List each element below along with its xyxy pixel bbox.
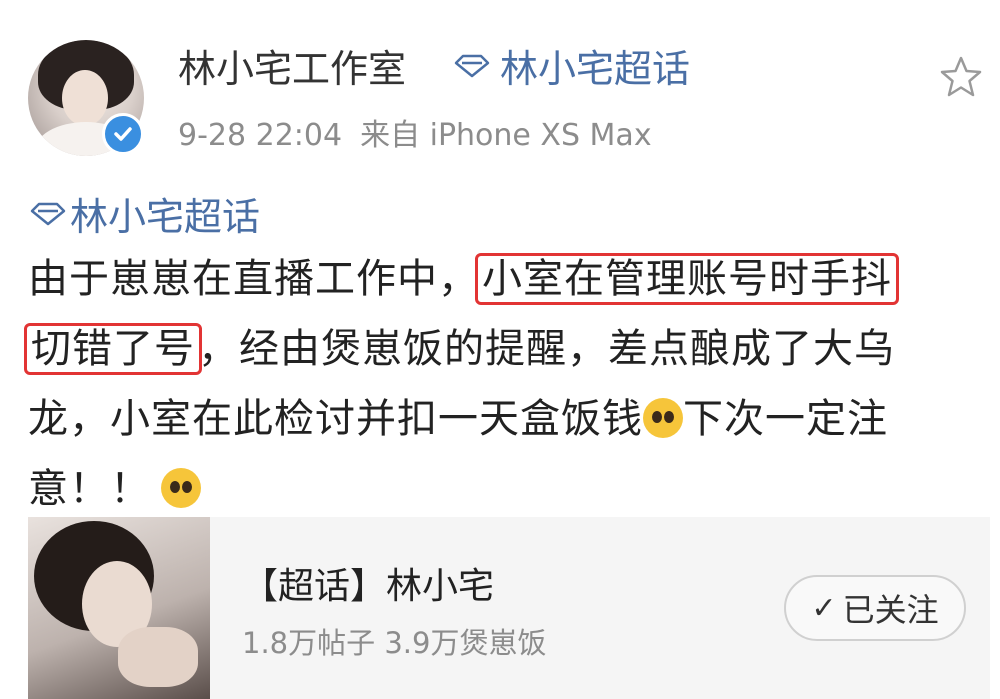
topic-cover-image — [28, 517, 210, 699]
avatar-face — [62, 70, 108, 126]
post-meta: 9-28 22:04 来自 iPhone XS Max — [178, 110, 652, 154]
post-text-segment: 意！！ — [28, 466, 151, 512]
body-topic-label: 林小宅超话 — [70, 195, 261, 239]
post-text: 由于崽崽在直播工作中，小室在管理账号时手抖 切错了号，经由煲崽饭的提醒，差点酿成… — [24, 244, 993, 524]
post-line: 切错了号，经由煲崽饭的提醒，差点酿成了大乌 — [24, 314, 993, 384]
check-icon: ✓ — [811, 590, 837, 626]
highlight-box: 小室在管理账号时手抖 — [475, 253, 899, 305]
super-topic-card[interactable]: 【超话】林小宅 1.8万帖子 3.9万煲崽饭 ✓ 已关注 — [28, 517, 990, 699]
post-text-segment: 龙，小室在此检讨并扣一天盒饭钱 — [28, 396, 643, 442]
post-line: 由于崽崽在直播工作中，小室在管理账号时手抖 — [28, 244, 993, 314]
super-topic-link[interactable]: 林小宅超话 — [440, 38, 690, 93]
highlight-box: 切错了号 — [24, 323, 202, 375]
cover-hand — [118, 627, 198, 687]
post-source: 来自 iPhone XS Max — [360, 118, 652, 153]
super-topic-label: 林小宅超话 — [500, 47, 691, 91]
diamond-icon — [454, 54, 490, 77]
pleading-face-emoji — [643, 398, 683, 438]
star-icon[interactable] — [938, 54, 984, 100]
post-time: 9-28 22:04 — [178, 118, 343, 153]
post-text-segment: ，经由煲崽饭的提醒，差点酿成了大乌 — [198, 326, 895, 372]
post-line: 意！！ — [28, 454, 993, 524]
post-text-segment: 由于崽崽在直播工作中， — [28, 256, 479, 302]
diamond-icon — [30, 202, 66, 225]
post-text-segment: 下次一定注 — [683, 396, 888, 442]
followed-label: 已关注 — [842, 591, 939, 629]
card-stats: 1.8万帖子 3.9万煲崽饭 — [242, 626, 547, 660]
post-line: 龙，小室在此检讨并扣一天盒饭钱 下次一定注 — [28, 384, 993, 454]
followed-button[interactable]: ✓ 已关注 — [784, 575, 966, 641]
body-topic-link[interactable]: 林小宅超话 — [30, 186, 260, 241]
verified-badge-icon — [102, 113, 144, 155]
author-name[interactable]: 林小宅工作室 — [178, 38, 406, 93]
card-title: 【超话】林小宅 — [242, 566, 495, 607]
pleading-face-emoji — [161, 468, 201, 508]
